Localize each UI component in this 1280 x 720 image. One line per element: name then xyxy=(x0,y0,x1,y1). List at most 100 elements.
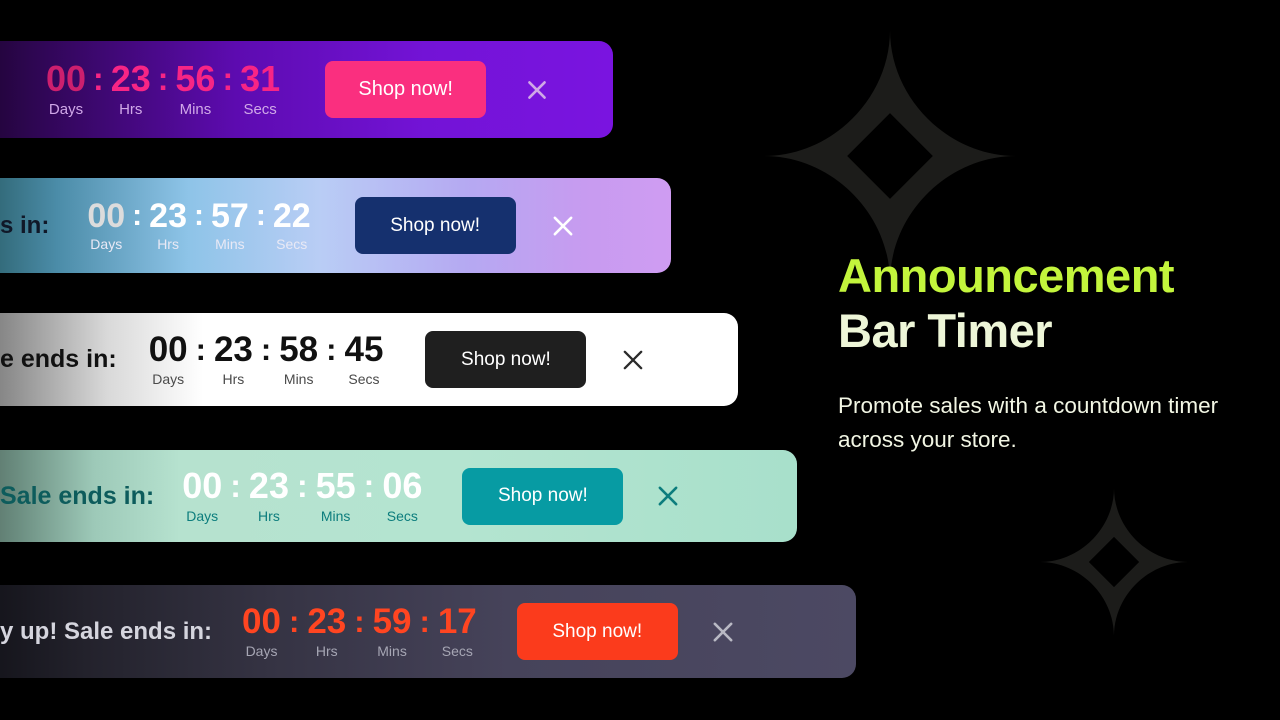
separator-colon: : xyxy=(296,468,308,505)
announcement-bar-4[interactable]: Sale ends in: 00 Days : 23 Hrs : 55 Mins… xyxy=(0,450,797,542)
bar-1-hrs-label: Hrs xyxy=(119,100,143,118)
bar-3-mins-unit: 58 Mins xyxy=(279,332,318,387)
bar-2-hrs-label: Hrs xyxy=(157,236,179,253)
bar-1-hrs-unit: 23 Hrs xyxy=(110,58,151,118)
bar-4-close-button[interactable] xyxy=(653,481,683,511)
bar-1-close-button[interactable] xyxy=(522,75,552,105)
separator-colon: : xyxy=(195,332,206,368)
bar-3-secs-unit: 45 Secs xyxy=(344,332,383,387)
bar-4-shop-now-button[interactable]: Shop now! xyxy=(462,467,624,525)
separator-colon: : xyxy=(255,198,266,232)
bar-4-hrs-label: Hrs xyxy=(258,507,280,524)
announcement-bar-1[interactable]: 00 Days : 23 Hrs : 56 Mins : 31 Secs Sho… xyxy=(0,41,613,138)
bar-1-mins-unit: 56 Mins xyxy=(175,60,215,118)
bar-1-secs-value: 31 xyxy=(240,58,281,100)
bar-3-mins-value: 58 xyxy=(279,330,319,370)
bar-2-mins-label: Mins xyxy=(215,236,245,253)
bar-2-mins-value: 57 xyxy=(211,196,249,235)
page-subtitle: Promote sales with a countdown timer acr… xyxy=(838,392,1219,453)
close-icon xyxy=(658,486,678,506)
bar-2-mins-unit: 57 Mins xyxy=(211,196,249,253)
separator-colon: : xyxy=(326,332,337,368)
bar-4-secs-label: Secs xyxy=(386,507,418,524)
bar-2-secs-unit: 22 Secs xyxy=(273,198,311,253)
bar-5-mins-value: 59 xyxy=(372,602,412,642)
separator-colon: : xyxy=(222,61,234,98)
hero-panel: Announcement Bar Timer Promote sales wit… xyxy=(838,248,1238,457)
bar-3-shop-now-button[interactable]: Shop now! xyxy=(425,331,587,388)
bar-5-headline: y up! Sale ends in: xyxy=(0,617,213,645)
close-icon xyxy=(713,622,733,641)
bar-1-days-label: Days xyxy=(48,100,84,118)
bar-4-mins-label: Mins xyxy=(320,507,351,524)
page-title-line-2: Bar Timer xyxy=(838,304,1053,358)
bar-3-secs-value: 45 xyxy=(344,330,384,370)
bar-3-mins-label: Mins xyxy=(283,370,314,387)
bar-5-secs-unit: 17 Secs xyxy=(438,604,477,659)
bar-5-days-label: Days xyxy=(245,642,278,659)
bar-5-secs-value: 17 xyxy=(437,602,477,642)
bar-5-shop-now-button[interactable]: Shop now! xyxy=(516,603,678,660)
bar-3-days-value: 00 xyxy=(148,330,188,370)
bar-2-days-label: Days xyxy=(90,236,123,253)
sparkle-bottom-icon xyxy=(1040,488,1188,636)
bar-4-secs-value: 06 xyxy=(382,465,423,507)
bar-1-secs-unit: 31 Secs xyxy=(240,58,281,118)
bar-2-days-value: 00 xyxy=(87,196,126,235)
bar-5-countdown-timer: 00 Days : 23 Hrs : 59 Mins : 17 Secs xyxy=(242,604,477,659)
bar-5-mins-unit: 59 Mins xyxy=(373,604,412,659)
bar-5-days-unit: 00 Days xyxy=(242,604,281,659)
bar-4-secs-unit: 06 Secs xyxy=(382,465,423,524)
bar-2-close-button[interactable] xyxy=(548,211,578,241)
announcement-bar-2[interactable]: s in: 00 Days : 23 Hrs : 57 Mins : 22 Se… xyxy=(0,178,671,273)
separator-colon: : xyxy=(230,468,241,505)
bar-3-secs-label: Secs xyxy=(348,370,380,387)
close-icon xyxy=(528,80,547,99)
bar-2-days-unit: 00 Days xyxy=(87,196,126,253)
bar-2-headline: s in: xyxy=(0,211,50,239)
bar-4-hrs-unit: 23 Hrs xyxy=(248,465,289,524)
bar-1-shop-now-button[interactable]: Shop now! xyxy=(325,61,487,118)
announcement-bar-3[interactable]: e ends in: 00 Days : 23 Hrs : 58 Mins : xyxy=(0,313,738,406)
separator-colon: : xyxy=(354,604,365,640)
bar-5-hrs-value: 23 xyxy=(307,602,347,642)
bar-3-close-button[interactable] xyxy=(618,345,648,375)
page-canvas: Announcement Bar Timer Promote sales wit… xyxy=(0,0,1280,720)
bar-4-mins-value: 55 xyxy=(315,465,356,507)
bar-5-close-button[interactable] xyxy=(708,617,738,647)
close-icon xyxy=(553,216,573,235)
sparkle-top-icon xyxy=(752,30,1028,282)
close-icon xyxy=(624,350,643,369)
bar-4-headline: Sale ends in: xyxy=(0,481,155,510)
bar-4-days-label: Days xyxy=(186,507,219,524)
bar-4-hrs-value: 23 xyxy=(248,465,289,507)
bar-1-days-unit: 00 Days xyxy=(46,58,87,118)
separator-colon: : xyxy=(260,332,272,368)
bar-3-days-label: Days xyxy=(152,370,185,387)
bar-2-hrs-value: 23 xyxy=(149,196,187,235)
bar-5-secs-label: Secs xyxy=(441,642,473,659)
announcement-bar-5[interactable]: y up! Sale ends in: 00 Days : 23 Hrs : 5… xyxy=(0,585,856,678)
bar-4-days-unit: 00 Days xyxy=(182,465,223,524)
page-title: Announcement Bar Timer xyxy=(838,248,1238,359)
bar-1-secs-label: Secs xyxy=(243,100,277,118)
bar-1-countdown-timer: 00 Days : 23 Hrs : 56 Mins : 31 Secs xyxy=(46,58,281,118)
bar-3-hrs-label: Hrs xyxy=(222,370,245,387)
separator-colon: : xyxy=(363,468,375,505)
bar-1-hrs-value: 23 xyxy=(110,58,151,100)
bar-1-days-value: 00 xyxy=(46,58,87,100)
page-title-line-1: Announcement xyxy=(838,249,1175,302)
bar-4-days-value: 00 xyxy=(182,465,223,507)
bar-2-countdown-timer: 00 Days : 23 Hrs : 57 Mins : 22 Secs xyxy=(87,196,311,253)
bar-2-secs-label: Secs xyxy=(276,236,308,253)
bar-4-mins-unit: 55 Mins xyxy=(315,465,356,524)
separator-colon: : xyxy=(419,604,430,640)
bar-1-mins-label: Mins xyxy=(179,100,212,118)
bar-5-mins-label: Mins xyxy=(377,642,407,659)
bar-5-days-value: 00 xyxy=(242,602,281,642)
separator-colon: : xyxy=(288,604,300,640)
bar-5-hrs-label: Hrs xyxy=(315,642,338,659)
separator-colon: : xyxy=(132,198,143,232)
bar-2-shop-now-button[interactable]: Shop now! xyxy=(354,197,516,254)
separator-colon: : xyxy=(157,61,169,98)
